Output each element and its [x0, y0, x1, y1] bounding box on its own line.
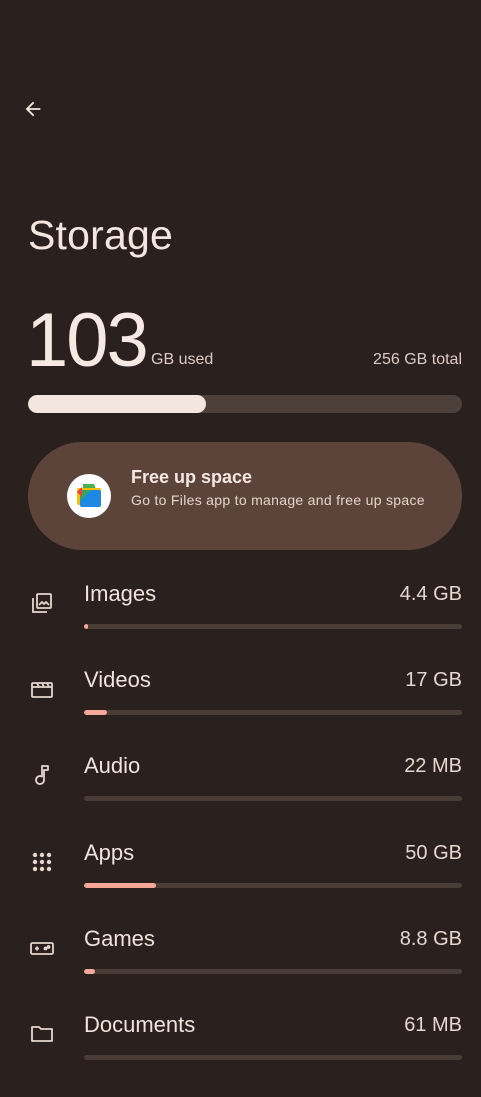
category-label: Documents	[84, 1012, 196, 1037]
category-label: Audio	[84, 753, 141, 778]
storage-usage-bar	[28, 395, 462, 413]
category-usage-bar	[84, 710, 462, 715]
apps-grid-icon	[28, 848, 56, 876]
back-button[interactable]	[14, 90, 52, 128]
folder-icon	[28, 1020, 56, 1048]
free-up-space-subtitle: Go to Files app to manage and free up sp…	[131, 492, 425, 508]
gamepad-icon	[28, 934, 56, 962]
used-unit-label: GB used	[151, 351, 214, 368]
category-label: Games	[84, 926, 155, 951]
category-usage-fill	[84, 624, 88, 629]
category-row-games[interactable]: Games 8.8 GB	[0, 925, 481, 1011]
category-label: Videos	[84, 667, 151, 692]
category-row-documents[interactable]: Documents 61 MB	[0, 1011, 481, 1097]
images-icon	[28, 589, 56, 617]
category-usage-bar	[84, 969, 462, 974]
category-row-videos[interactable]: Videos 17 GB	[0, 666, 481, 752]
category-size: 17 GB	[405, 669, 462, 691]
category-usage-fill	[84, 710, 107, 715]
videos-icon	[28, 675, 56, 703]
arrow-back-icon	[25, 101, 41, 117]
category-row-images[interactable]: Images 4.4 GB	[0, 580, 481, 666]
category-usage-bar	[84, 796, 462, 801]
used-amount: 103	[26, 298, 149, 383]
page-title: Storage	[28, 212, 174, 258]
category-size: 61 MB	[404, 1014, 462, 1036]
category-row-apps[interactable]: Apps 50 GB	[0, 839, 481, 925]
free-up-space-title: Free up space	[131, 467, 253, 487]
category-size: 22 MB	[404, 755, 462, 777]
category-usage-bar	[84, 883, 462, 888]
category-label: Images	[84, 581, 157, 606]
category-size: 50 GB	[405, 842, 462, 864]
storage-usage-fill	[28, 395, 206, 413]
category-usage-fill	[84, 969, 96, 974]
files-app-icon	[67, 474, 111, 518]
category-size: 4.4 GB	[399, 583, 462, 605]
category-usage-bar	[84, 1055, 462, 1060]
category-row-audio[interactable]: Audio 22 MB	[0, 752, 481, 838]
category-usage-bar	[84, 624, 462, 629]
music-note-icon	[28, 761, 56, 789]
free-up-space-card[interactable]: Free up space Go to Files app to manage …	[28, 442, 462, 550]
category-label: Apps	[84, 840, 135, 865]
category-usage-fill	[84, 883, 156, 888]
total-storage-label: 256 GB total	[373, 351, 462, 368]
category-size: 8.8 GB	[399, 928, 462, 950]
